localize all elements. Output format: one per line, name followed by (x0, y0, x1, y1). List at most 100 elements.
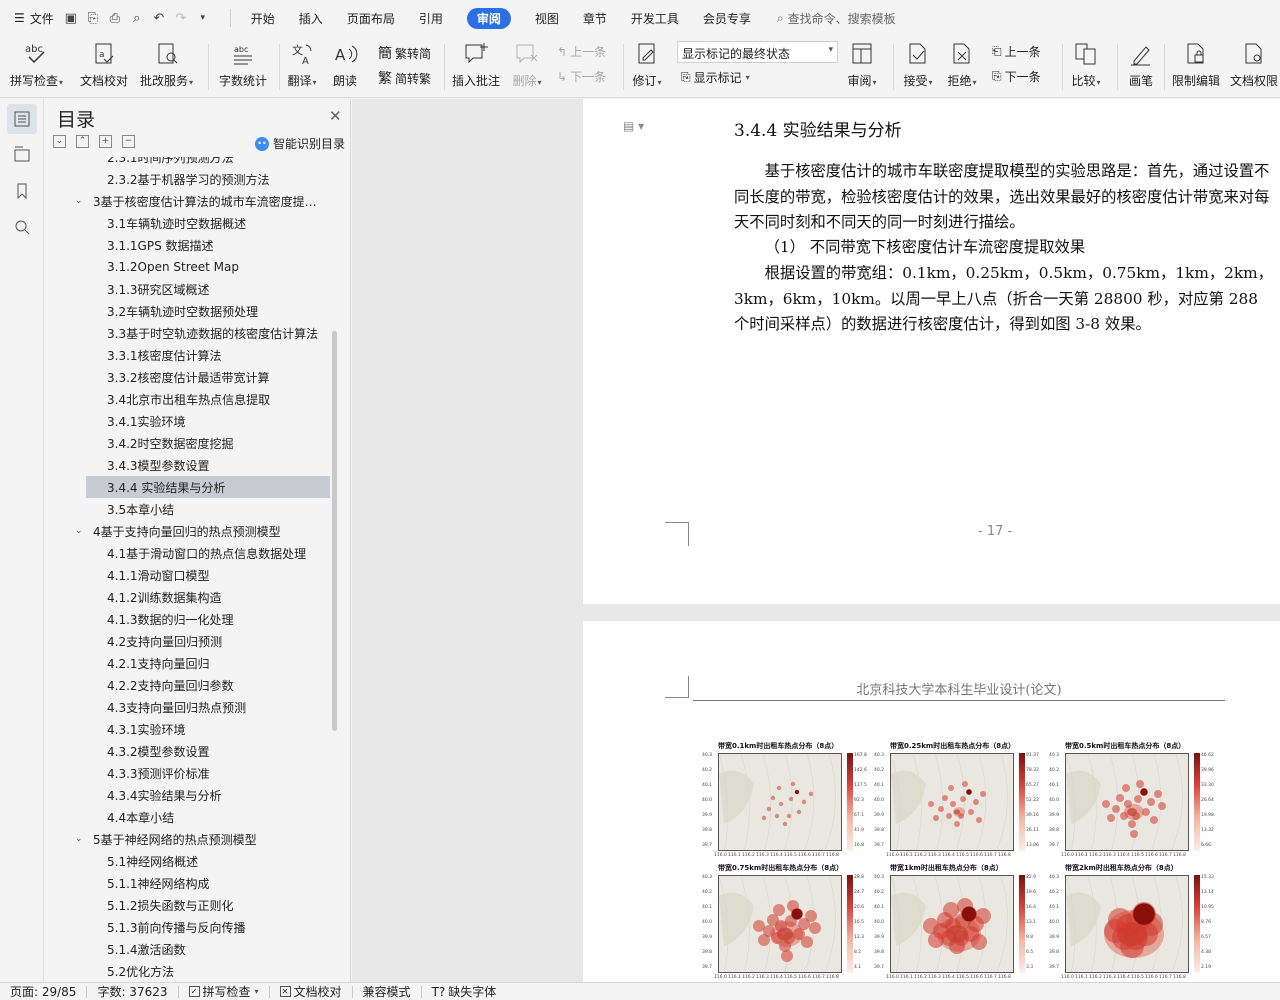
smart-toc-button[interactable]: •• 智能识别目录 (255, 135, 345, 152)
add-heading-icon[interactable]: + (99, 135, 112, 148)
toc-item[interactable]: 5.1.3前向传播与反向传播 (45, 916, 335, 938)
tab-5[interactable]: 视图 (523, 0, 571, 36)
chevron-down-icon[interactable]: ⌄ (75, 196, 93, 206)
toc-item[interactable]: 4.4本章小结 (45, 806, 335, 828)
tab-2[interactable]: 页面布局 (335, 0, 407, 36)
toc-panel-icon[interactable] (7, 104, 37, 134)
bookmark-icon[interactable] (7, 176, 37, 206)
chevron-down-icon[interactable]: ⌄ (75, 526, 93, 536)
tab-6[interactable]: 章节 (571, 0, 619, 36)
toc-scrollbar[interactable] (332, 331, 337, 731)
page-indicator[interactable]: 页面: 29/85 (0, 983, 86, 1000)
file-menu[interactable]: ☰ 文件 (0, 0, 62, 36)
expand-all-icon[interactable]: ⌄ (53, 135, 66, 148)
document-page[interactable]: ▤ ▾ 3.4.4 实验结果与分析 基于核密度估计的城市车联密度提取模型的实验思… (583, 99, 1280, 604)
toc-item[interactable]: ⌄ 5基于神经网络的热点预测模型 (45, 828, 335, 850)
document-area[interactable]: ▤ ▾ 3.4.4 实验结果与分析 基于核密度估计的城市车联密度提取模型的实验思… (352, 99, 1280, 982)
tab-8[interactable]: 会员专享 (691, 0, 763, 36)
undo-icon[interactable]: ↶ (150, 9, 168, 27)
save-icon[interactable]: ▣ (62, 9, 80, 27)
toc-item[interactable]: 2.3.2基于机器学习的预测方法 (45, 168, 335, 190)
toc-item[interactable]: 5.2优化方法 (45, 960, 335, 982)
toc-item[interactable]: 4.2.1支持向量回归 (45, 652, 335, 674)
ink-button[interactable]: 画笔 (1126, 40, 1156, 89)
tab-7[interactable]: 开发工具 (619, 0, 691, 36)
export-pdf-icon[interactable]: ⎘ (84, 9, 102, 27)
toc-item[interactable]: 3.4.1实验环境 (45, 410, 335, 432)
toc-item[interactable]: 5.1.1神经网络构成 (45, 872, 335, 894)
word-count-indicator[interactable]: 字数: 37623 (87, 983, 177, 1000)
doc-permission-button[interactable]: 文档权限 (1230, 40, 1278, 89)
toc-item[interactable]: 4.1.2训练数据集构造 (45, 586, 335, 608)
next-change-button[interactable]: ⎘ 下一条 (992, 68, 1041, 85)
markup-state-select[interactable]: 显示标记的最终状态 ▾ (677, 41, 838, 63)
toc-item[interactable]: 5.1.4激活函数 (45, 938, 335, 960)
next-comment-button[interactable]: ↳ 下一条 (557, 68, 606, 85)
read-aloud-button[interactable]: A 朗读 (330, 40, 360, 89)
word-count-button[interactable]: abc 字数统计 (219, 40, 267, 89)
document-page[interactable]: 北京科技大学本科生毕业设计(论文) 带宽0.1km时出租车热点分布（8点） 40.… (583, 621, 1280, 982)
toc-item[interactable]: 5.1.2损失函数与正则化 (45, 894, 335, 916)
batch-service-button[interactable]: 批改服务▾ (140, 40, 193, 89)
toc-item[interactable]: 4.3.2模型参数设置 (45, 740, 335, 762)
paragraph-handle-icon[interactable]: ▤ ▾ (623, 119, 644, 133)
prev-comment-button[interactable]: ↰ 上一条 (557, 43, 606, 60)
toc-item[interactable]: 3.2车辆轨迹时空数据预处理 (45, 300, 335, 322)
close-icon[interactable]: ✕ (329, 107, 342, 125)
missing-font-button[interactable]: T? 缺失字体 (422, 983, 507, 1000)
search-icon[interactable] (7, 212, 37, 242)
toc-item[interactable]: ⌄ 4基于支持向量回归的热点预测模型 (45, 520, 335, 542)
spell-check-status[interactable]: ✓ 拼写检查 ▾ (179, 983, 269, 1000)
print-icon[interactable]: ⎙ (106, 9, 124, 27)
toc-item[interactable]: 4.2支持向量回归预测 (45, 630, 335, 652)
reject-button[interactable]: 拒绝▾ (947, 40, 977, 89)
toc-item[interactable]: 3.5本章小结 (45, 498, 335, 520)
toc-item[interactable]: 3.4.3模型参数设置 (45, 454, 335, 476)
toc-item[interactable]: 3.4北京市出租车热点信息提取 (45, 388, 335, 410)
toc-item[interactable]: 3.1.1GPS 数据描述 (45, 234, 335, 256)
simp-to-trad-button[interactable]: 繁 简转繁 (378, 68, 431, 88)
tab-4[interactable]: 审阅 (455, 0, 523, 36)
show-markup-button[interactable]: ⎘ 显示标记 ▾ (681, 69, 750, 86)
spell-check-button[interactable]: abc 拼写检查▾ (10, 40, 63, 89)
restrict-edit-button[interactable]: 限制编辑 (1172, 40, 1220, 89)
toc-item[interactable]: 4.3.1实验环境 (45, 718, 335, 740)
toc-item[interactable]: 5.1神经网络概述 (45, 850, 335, 872)
toc-item[interactable]: 4.1.1滑动窗口模型 (45, 564, 335, 586)
toc-item[interactable]: 3.1.3研究区域概述 (45, 278, 335, 300)
toc-item[interactable]: 3.3.2核密度估计最适带宽计算 (45, 366, 335, 388)
delete-comment-button[interactable]: 删除▾ (512, 40, 542, 89)
toc-item[interactable]: 4.2.2支持向量回归参数 (45, 674, 335, 696)
toc-item[interactable]: 4.1.3数据的归一化处理 (45, 608, 335, 630)
toc-item[interactable]: 3.3基于时空轨迹数据的核密度估计算法 (45, 322, 335, 344)
translate-button[interactable]: 文A 翻译▾ (287, 40, 317, 89)
tab-3[interactable]: 引用 (407, 0, 455, 36)
insert-comment-button[interactable]: 插入批注 (452, 40, 500, 89)
prev-change-button[interactable]: ⎗ 上一条 (992, 43, 1041, 60)
quick-access-more-icon[interactable]: ▾ (194, 9, 212, 27)
redo-icon[interactable]: ↷ (172, 9, 190, 27)
toc-item[interactable]: 2.3.1时间序列预测方法 (45, 157, 335, 168)
accept-button[interactable]: 接受▾ (903, 40, 933, 89)
toc-item[interactable]: 3.4.2时空数据密度挖掘 (45, 432, 335, 454)
remove-heading-icon[interactable]: − (122, 135, 135, 148)
trad-to-simp-button[interactable]: 簡 繁转简 (378, 43, 431, 63)
toc-item[interactable]: 4.3.4实验结果与分析 (45, 784, 335, 806)
toc-item[interactable]: 3.1.2Open Street Map (45, 256, 335, 278)
command-search[interactable]: ⌕ 查找命令、搜索模板 (763, 10, 896, 27)
chapter-nav-icon[interactable] (7, 139, 37, 169)
toc-item[interactable]: 4.3支持向量回归热点预测 (45, 696, 335, 718)
print-preview-icon[interactable]: ⌕ (128, 9, 146, 27)
review-pane-button[interactable]: 审阅▾ (847, 40, 877, 89)
toc-item[interactable]: 3.3.1核密度估计算法 (45, 344, 335, 366)
tab-0[interactable]: 开始 (239, 0, 287, 36)
track-changes-button[interactable]: 修订▾ (632, 40, 662, 89)
chevron-down-icon[interactable]: ⌄ (75, 834, 93, 844)
collapse-all-icon[interactable]: ⌃ (76, 135, 89, 148)
tab-1[interactable]: 插入 (287, 0, 335, 36)
toc-item[interactable]: 3.1车辆轨迹时空数据概述 (45, 212, 335, 234)
doc-proof-button[interactable]: a 文档校对 (80, 40, 128, 89)
compare-button[interactable]: 比较▾ (1071, 40, 1101, 89)
toc-item[interactable]: 4.3.3预测评价标准 (45, 762, 335, 784)
toc-item-selected[interactable]: 3.4.4 实验结果与分析 (86, 476, 330, 498)
